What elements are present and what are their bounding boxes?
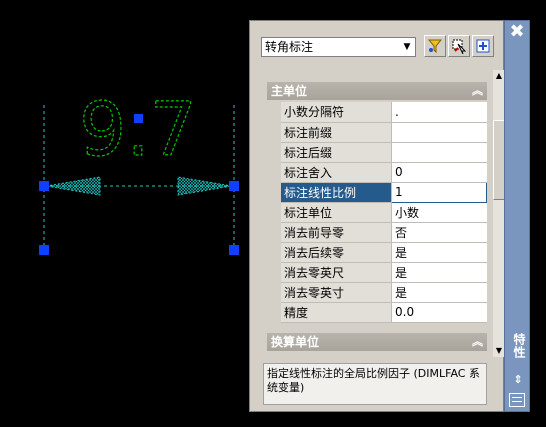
property-name: 标注后缀 bbox=[281, 142, 392, 163]
grip-ext-left[interactable] bbox=[39, 245, 49, 255]
property-row[interactable]: 消去后续零 是 bbox=[281, 242, 487, 263]
arrowhead-left bbox=[45, 176, 101, 196]
property-value[interactable]: . bbox=[391, 102, 487, 123]
object-type-select[interactable]: 转角标注 ▼ bbox=[261, 37, 416, 57]
property-name: 标注线性比例 bbox=[281, 182, 392, 203]
property-name: 消去前导零 bbox=[281, 222, 392, 243]
section-label: 主单位 bbox=[271, 84, 308, 98]
property-row[interactable]: 小数分隔符 . bbox=[281, 102, 487, 123]
property-row[interactable]: 标注前缀 bbox=[281, 122, 487, 143]
property-name: 标注舍入 bbox=[281, 162, 392, 183]
grip-dimline-right[interactable] bbox=[229, 181, 239, 191]
quick-select-icon bbox=[427, 39, 443, 54]
property-row[interactable]: 消去零英寸 是 bbox=[281, 282, 487, 303]
property-row[interactable]: 标注舍入 0 bbox=[281, 162, 487, 183]
grip-ext-right[interactable] bbox=[229, 245, 239, 255]
property-name: 消去后续零 bbox=[281, 242, 392, 263]
property-row[interactable]: 标注单位 小数 bbox=[281, 202, 487, 223]
property-value[interactable]: 是 bbox=[391, 242, 487, 263]
property-value-input[interactable]: 1 bbox=[391, 181, 487, 203]
collapse-icon[interactable]: ︽ bbox=[472, 82, 483, 100]
grip-text[interactable] bbox=[134, 114, 143, 123]
properties-menu-icon[interactable] bbox=[509, 393, 525, 407]
property-grid: 主单位 ︽ 小数分隔符 . 标注前缀 标注后缀 标注舍入 0 标注线性比例 1 … bbox=[261, 70, 493, 357]
property-value[interactable] bbox=[391, 122, 487, 143]
description-panel: 指定线性标注的全局比例因子 (DIMLFAC 系统变量) bbox=[263, 363, 487, 405]
property-value[interactable]: 小数 bbox=[391, 202, 487, 223]
property-value[interactable]: 0.0 bbox=[391, 302, 487, 323]
property-value[interactable]: 否 bbox=[391, 222, 487, 243]
property-row[interactable]: 精度 0.0 bbox=[281, 302, 487, 323]
property-name: 精度 bbox=[281, 302, 392, 323]
property-value[interactable]: 0 bbox=[391, 162, 487, 183]
property-row[interactable]: 消去前导零 否 bbox=[281, 222, 487, 243]
section-alternate-units[interactable]: 换算单位 ︽ bbox=[267, 333, 487, 351]
property-value[interactable] bbox=[391, 142, 487, 163]
autohide-icon[interactable]: ⇕ bbox=[509, 373, 527, 387]
property-row[interactable]: 消去零英尺 是 bbox=[281, 262, 487, 283]
arrowhead-right bbox=[177, 176, 233, 196]
chevron-down-icon[interactable]: ▼ bbox=[399, 38, 415, 56]
dimension-text[interactable]: 9.7 bbox=[79, 86, 198, 173]
section-primary-units[interactable]: 主单位 ︽ bbox=[267, 82, 487, 100]
palette-titlebar[interactable]: ✖ 特性 ⇕ bbox=[504, 20, 530, 412]
palette-title: 特性 bbox=[512, 333, 526, 359]
select-objects-icon bbox=[452, 39, 467, 54]
property-name: 标注单位 bbox=[281, 202, 392, 223]
object-type-value: 转角标注 bbox=[265, 40, 314, 54]
select-objects-button[interactable] bbox=[448, 35, 470, 57]
close-icon[interactable]: ✖ bbox=[508, 23, 526, 41]
property-table: 小数分隔符 . 标注前缀 标注后缀 标注舍入 0 标注线性比例 1 标注单位 小… bbox=[281, 102, 487, 323]
property-row[interactable]: 标注后缀 bbox=[281, 142, 487, 163]
section-label: 换算单位 bbox=[271, 335, 320, 349]
collapse-icon[interactable]: ︽ bbox=[472, 333, 483, 351]
quick-select-button[interactable] bbox=[424, 35, 446, 57]
property-value[interactable]: 是 bbox=[391, 282, 487, 303]
property-value[interactable]: 是 bbox=[391, 262, 487, 283]
property-name: 标注前缀 bbox=[281, 122, 392, 143]
toggle-pickadd-icon bbox=[476, 39, 490, 53]
property-name: 消去零英尺 bbox=[281, 262, 392, 283]
toggle-pickadd-button[interactable] bbox=[472, 35, 494, 57]
property-name: 消去零英寸 bbox=[281, 282, 392, 303]
property-row-selected[interactable]: 标注线性比例 1 bbox=[281, 181, 487, 203]
property-name: 小数分隔符 bbox=[281, 102, 392, 123]
grip-dimline-left[interactable] bbox=[39, 181, 49, 191]
